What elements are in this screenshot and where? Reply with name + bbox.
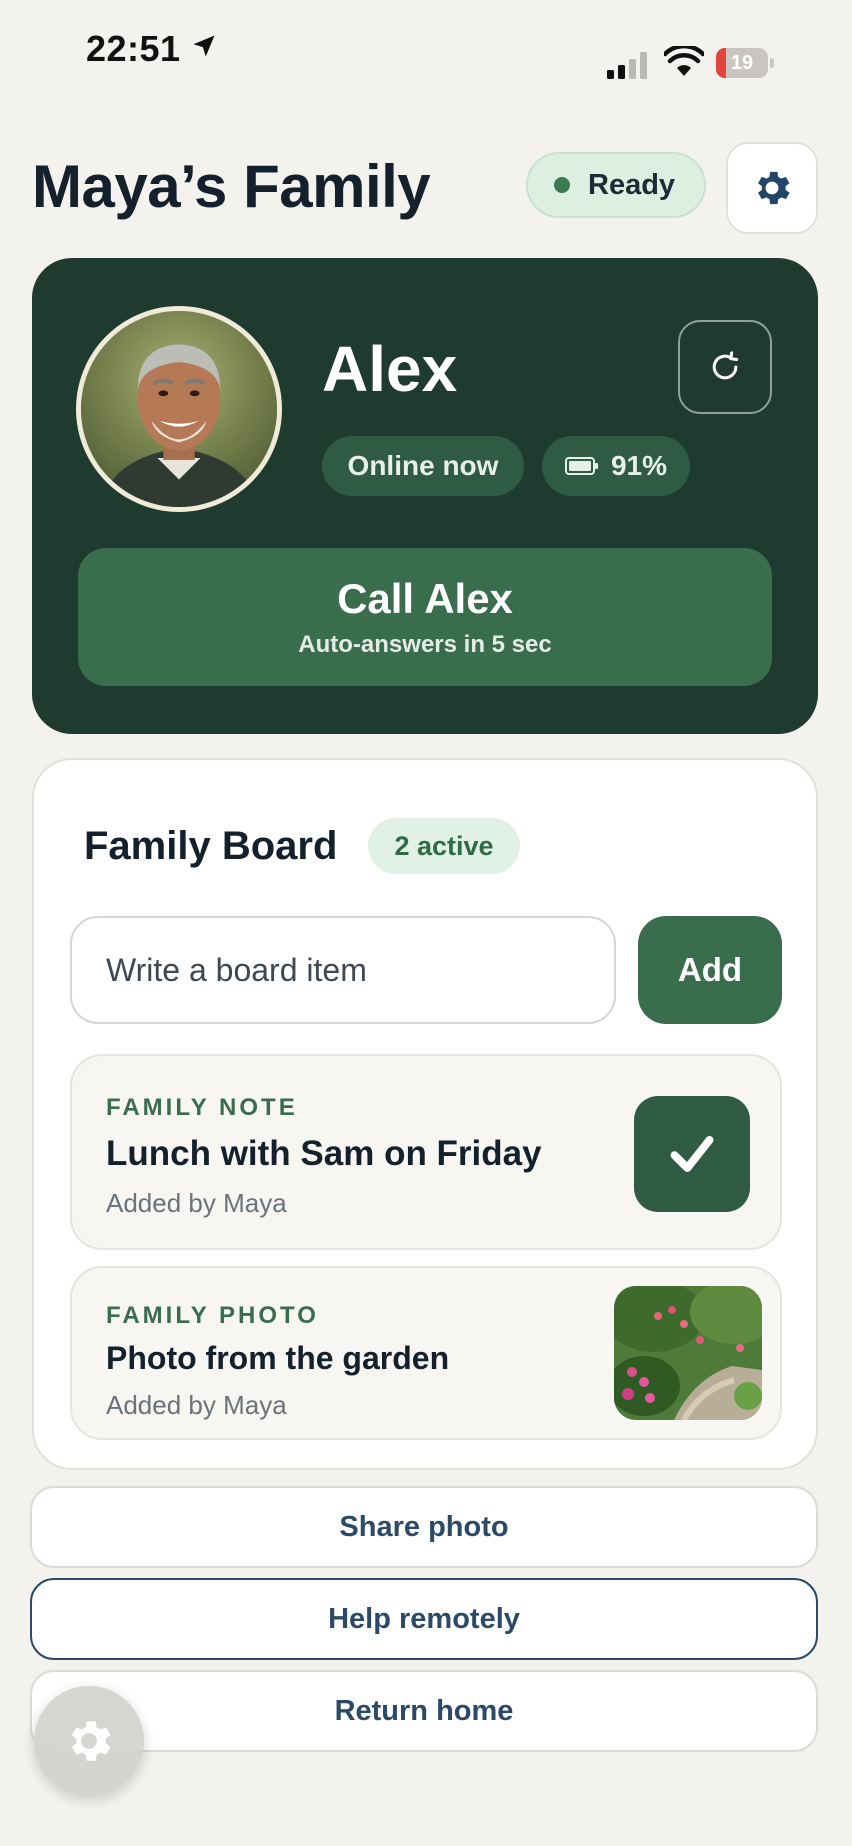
- board-item-kind: FAMILY NOTE: [106, 1094, 298, 1121]
- add-button[interactable]: Add: [638, 916, 782, 1024]
- device-battery-level: 91%: [610, 450, 668, 481]
- refresh-button[interactable]: [678, 320, 772, 414]
- call-button-sublabel: Auto-answers in 5 sec: [298, 631, 552, 658]
- garden-photo-thumbnail[interactable]: [614, 1286, 762, 1420]
- board-item-meta: Added by Maya: [106, 1390, 287, 1420]
- board-item-text: Photo from the garden: [106, 1340, 450, 1376]
- mark-done-button[interactable]: [634, 1096, 750, 1212]
- floating-settings-button[interactable]: [34, 1686, 144, 1796]
- checkmark-icon: [670, 1136, 714, 1172]
- status-time: 22:51: [86, 28, 181, 69]
- gear-icon: [758, 171, 790, 205]
- board-title: Family Board: [84, 824, 338, 868]
- presence-badge: Online now: [322, 436, 524, 496]
- page-title: Maya’s Family: [32, 153, 431, 220]
- avatar: [76, 306, 282, 512]
- board-item-meta: Added by Maya: [106, 1188, 287, 1218]
- cellular-signal-icon: [607, 52, 647, 79]
- call-button-label: Call Alex: [337, 575, 513, 622]
- device-battery-badge: 91%: [542, 436, 690, 496]
- status-badge-label: Ready: [588, 168, 676, 201]
- settings-button[interactable]: [726, 142, 818, 234]
- battery-icon: 19: [716, 48, 774, 78]
- board-item-kind: FAMILY PHOTO: [106, 1302, 319, 1329]
- family-board-card: Family Board 2 active Add FAMILY NOTE Lu…: [32, 758, 818, 1470]
- status-dot: [554, 177, 570, 193]
- battery-level: 19: [730, 52, 754, 74]
- return-home-button[interactable]: Return home: [30, 1670, 818, 1752]
- wifi-icon: [664, 46, 704, 76]
- board-item-text: Lunch with Sam on Friday: [106, 1134, 542, 1173]
- share-photo-button[interactable]: Share photo: [30, 1486, 818, 1568]
- contact-name: Alex: [322, 333, 458, 405]
- board-item-photo: FAMILY PHOTO Photo from the garden Added…: [70, 1266, 782, 1440]
- active-count-badge: 2 active: [368, 818, 520, 874]
- call-button[interactable]: Call Alex Auto-answers in 5 sec: [78, 548, 772, 686]
- refresh-icon: [712, 351, 739, 380]
- battery-icon: [564, 457, 598, 475]
- location-arrow-icon: [193, 35, 215, 57]
- board-item-input[interactable]: [70, 916, 616, 1024]
- gear-icon: [71, 1721, 111, 1761]
- help-remotely-button[interactable]: Help remotely: [30, 1578, 818, 1660]
- status-badge: Ready: [526, 152, 706, 218]
- status-bar: 22:51 19: [0, 0, 852, 110]
- contact-card: Alex Online now 91% Call Alex Auto-answe…: [32, 258, 818, 734]
- board-item-note: FAMILY NOTE Lunch with Sam on Friday Add…: [70, 1054, 782, 1250]
